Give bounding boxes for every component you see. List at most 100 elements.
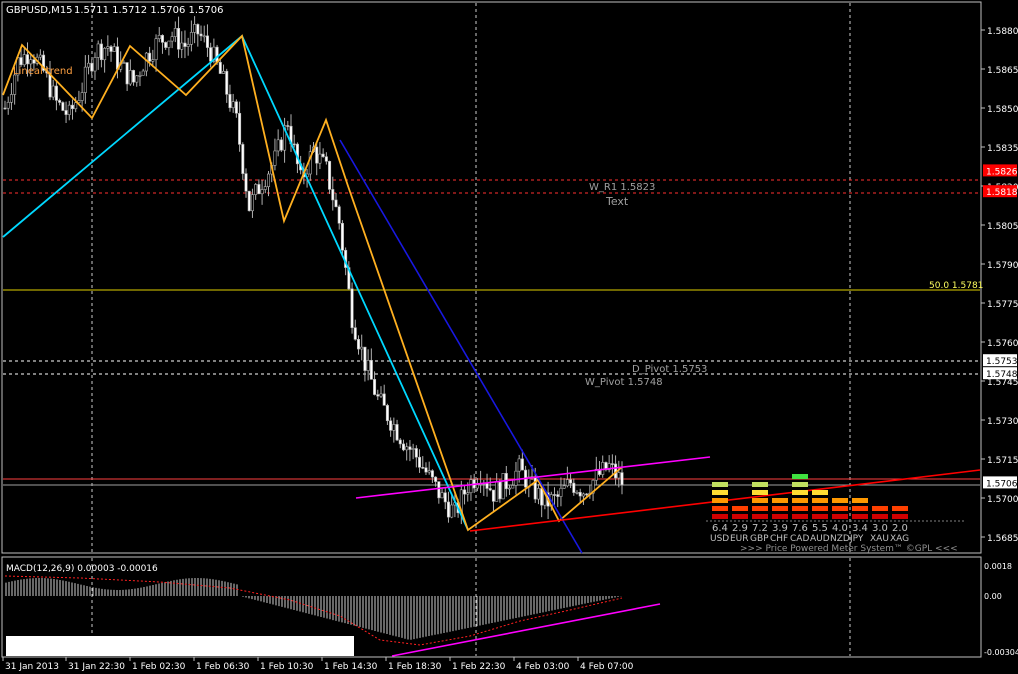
candle-body	[222, 70, 226, 74]
candle-body	[122, 62, 126, 64]
candle-body	[569, 479, 573, 484]
meter-block	[732, 506, 748, 511]
meter-block	[792, 490, 808, 495]
main-plot-frame	[1, 1, 982, 554]
candle-body	[167, 40, 171, 48]
candle-body	[112, 46, 116, 52]
candle-body	[276, 139, 280, 152]
meter-block	[812, 514, 828, 519]
price-tick-label: 1.5730	[987, 417, 1018, 427]
candle-body	[257, 184, 261, 195]
meter-block	[792, 514, 808, 519]
candle-body	[318, 153, 322, 164]
meter-value: 6.4	[712, 523, 728, 534]
candle-body	[405, 446, 409, 451]
candle-body	[450, 504, 454, 518]
macd-overlay-box	[6, 636, 354, 656]
candle-body	[511, 485, 515, 489]
mt4-chart-window: 6.4 USD 2.9 EUR 7.2 GBP 3.9 CHF 7.6 CAD 5.5 AUD 4.0 N…	[0, 0, 1018, 674]
candle-body	[601, 462, 605, 475]
candle-series	[3, 16, 624, 525]
candle-body	[218, 61, 222, 74]
candle-body	[263, 186, 267, 190]
candle-body	[228, 94, 232, 109]
candle-body	[90, 62, 94, 72]
candle-body	[533, 476, 537, 500]
candle-body	[421, 467, 425, 469]
trend-label: Lineal trend	[13, 66, 73, 77]
meter-currency: CAD	[790, 534, 809, 544]
candle-body	[556, 494, 560, 497]
candle-body	[324, 156, 328, 162]
candle-body	[32, 59, 36, 64]
candle-body	[434, 476, 438, 482]
price-tag-label: 1.5826	[986, 167, 1018, 177]
candle-body	[67, 104, 71, 115]
candle-body	[485, 482, 489, 489]
candle-body	[9, 94, 13, 103]
candle-body	[267, 173, 271, 187]
candle-body	[559, 487, 563, 497]
candle-body	[3, 107, 7, 110]
candle-body	[437, 481, 441, 499]
candle-body	[238, 112, 242, 145]
time-tick-label: 31 Jan 2013	[5, 662, 59, 672]
meter-block	[712, 490, 728, 495]
macd-tick-label: 0.0018	[984, 562, 1012, 571]
candle-body	[408, 446, 412, 450]
price-tag-label: 1.5748	[986, 370, 1018, 380]
meter-block	[752, 506, 768, 511]
candle-body	[540, 488, 544, 506]
meter-block	[812, 506, 828, 511]
candle-body	[99, 43, 103, 61]
candle-body	[205, 35, 209, 48]
candle-body	[70, 104, 74, 110]
meter-block	[712, 498, 728, 503]
candle-body	[514, 470, 518, 486]
candle-body	[51, 85, 55, 98]
meter-value: 7.2	[752, 523, 768, 534]
meter-currency: AUD	[810, 534, 830, 544]
meter-block	[792, 506, 808, 511]
meter-currency: EUR	[730, 534, 749, 544]
candle-body	[234, 101, 238, 114]
price-tick-label: 1.5775	[987, 300, 1018, 310]
candle-body	[373, 379, 377, 395]
w-pivot-label: W_Pivot 1.5748	[585, 377, 663, 388]
price-axis: 1.58801.58651.58501.58351.58201.58051.57…	[981, 27, 1018, 544]
candle-body	[135, 75, 139, 83]
meter-block	[712, 514, 728, 519]
candle-body	[54, 85, 58, 101]
candle-body	[292, 143, 296, 146]
price-tick-label: 1.5700	[987, 495, 1018, 505]
candle-body	[141, 70, 145, 76]
candle-body	[363, 346, 367, 371]
meter-currency: XAU	[870, 534, 889, 544]
meter-block	[792, 474, 808, 479]
price-tag-label: 1.5753	[986, 357, 1018, 367]
candle-body	[74, 102, 78, 110]
macd-signal-line	[4, 575, 623, 646]
meter-block	[772, 514, 788, 519]
candle-body	[93, 57, 97, 72]
meter-block	[772, 498, 788, 503]
text-label: Text	[605, 195, 629, 208]
candle-body	[411, 448, 415, 450]
chart-canvas[interactable]: 6.4USD2.9EUR7.2GBP3.9CHF 7.6CAD5.5AUD4.0N…	[0, 0, 1018, 674]
candle-body	[401, 443, 405, 451]
candle-body	[501, 473, 505, 500]
candle-body	[575, 492, 579, 494]
candle-body	[38, 54, 42, 58]
candle-body	[241, 144, 245, 174]
w-r1-label: W_R1 1.5823	[589, 182, 655, 193]
price-tags: 1.5826 1.5818 1.5753 1.5748 1.5706	[983, 164, 1018, 489]
candle-body	[83, 66, 87, 93]
meter-block	[792, 482, 808, 487]
meter-block	[752, 482, 768, 487]
candle-body	[498, 481, 502, 500]
meter-block	[832, 506, 848, 511]
price-tick-label: 1.5790	[987, 261, 1018, 271]
candle-body	[334, 199, 338, 208]
meter-block	[852, 514, 868, 519]
meter-block	[832, 514, 848, 519]
